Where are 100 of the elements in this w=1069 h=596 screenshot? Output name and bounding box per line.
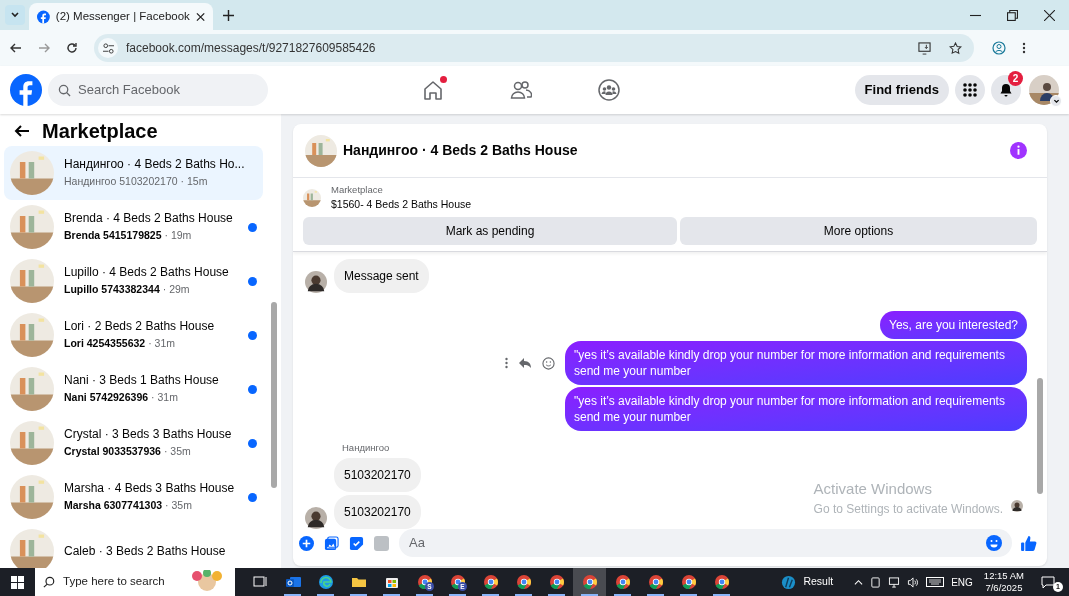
conversation-preview: Lupillo 5743382344: [64, 282, 160, 298]
url-text: facebook.com/messages/t/9271827609585426: [126, 40, 377, 57]
scrollbar-thumb[interactable]: [1037, 378, 1043, 494]
received-message: 5103202170: [334, 458, 421, 493]
browser-icon: [647, 574, 664, 590]
search-icon: [58, 83, 71, 97]
weather-text[interactable]: Result: [803, 574, 834, 590]
site-settings-button[interactable]: [98, 38, 118, 58]
conversation-item[interactable]: Lori · 2 Beds 2 Baths House Lori 4254355632 · 31m: [4, 308, 263, 362]
smiley-icon[interactable]: [542, 356, 555, 370]
groups-icon[interactable]: [598, 79, 620, 101]
search-icon: [43, 576, 55, 588]
action-button[interactable]: More options: [680, 217, 1037, 245]
browser-icon: [680, 574, 697, 590]
sent-message: "yes it’s available kindly drop your number for more information and requirements send me your number: [565, 387, 1027, 431]
conversation-item[interactable]: Nani · 3 Beds 1 Baths House Nani 5742926396 · 31m: [4, 362, 263, 416]
listing-label: Marketplace: [331, 183, 384, 197]
taskbar-search-field[interactable]: Type here to search: [35, 568, 235, 596]
room-photo: [10, 475, 54, 519]
menu-grid-icon: [962, 82, 978, 98]
back-arrow-icon[interactable]: [14, 123, 30, 139]
running-indicator: [350, 594, 367, 596]
address-bar[interactable]: facebook.com/messages/t/9271827609585426: [94, 34, 974, 62]
running-indicator: [482, 594, 499, 596]
conversation-title: Lupillo · 4 Beds 2 Baths House: [64, 264, 230, 281]
back-icon[interactable]: [10, 42, 22, 54]
star-icon[interactable]: [949, 41, 962, 55]
room-photo: [10, 151, 54, 195]
profile-icon[interactable]: [992, 41, 1006, 55]
conversation-item[interactable]: Lupillo · 4 Beds 2 Baths House Lupillo 5743382344 · 29m: [4, 254, 263, 308]
facebook-logo-icon: [37, 9, 50, 24]
tab-menu-button[interactable]: [5, 5, 25, 25]
conversation-item[interactable]: Нандингоо · 4 Beds 2 Baths Ho... Нандингоо 5103202170 · 15m: [4, 146, 263, 200]
language-indicator[interactable]: ENG: [951, 574, 973, 590]
running-indicator: [383, 594, 400, 596]
taskbar-search-input[interactable]: Type here to search: [63, 573, 173, 591]
photo-icon[interactable]: [324, 535, 339, 551]
like-icon[interactable]: [1020, 534, 1037, 552]
conversation-item[interactable]: Crystal · 3 Beds 3 Baths House Crystal 9033537936 · 35m: [4, 416, 263, 470]
more-icon[interactable]: [505, 357, 508, 369]
message-field[interactable]: Aa: [399, 529, 1012, 557]
search-input[interactable]: Search Facebook: [78, 80, 238, 100]
conversation-time: · 35m: [163, 444, 191, 460]
room-photo: [10, 421, 54, 465]
action-button[interactable]: Mark as pending: [303, 217, 677, 245]
conversation-title: Caleb · 3 Beds 2 Baths House: [64, 543, 227, 559]
conversation-time: · 31m: [148, 336, 175, 352]
scrollbar-thumb[interactable]: [271, 302, 277, 488]
sticker-icon[interactable]: [349, 535, 364, 551]
windows-start-icon[interactable]: [11, 575, 24, 589]
volume-icon[interactable]: [907, 576, 920, 588]
seen-avatar: [1011, 500, 1023, 512]
more-icon[interactable]: [1022, 42, 1026, 54]
facebook-logo[interactable]: [10, 74, 42, 106]
message-icon: [1041, 575, 1055, 589]
bell-icon: [999, 83, 1013, 97]
conversation-item[interactable]: Brenda · 4 Beds 2 Baths House Brenda 5415179825 · 19m: [4, 200, 263, 254]
browser-tab[interactable]: (2) Messenger | Facebook: [29, 3, 213, 30]
forward-icon[interactable]: [38, 42, 50, 54]
info-icon[interactable]: [1010, 142, 1027, 159]
weather-icon[interactable]: [781, 574, 797, 590]
activation-subtitle: Go to Settings to activate Windows.: [813, 501, 1003, 518]
sliders-icon: [102, 42, 114, 54]
message-input[interactable]: Aa: [409, 533, 986, 553]
sidebar-title: Marketplace: [42, 119, 158, 144]
new-tab-icon[interactable]: [223, 10, 234, 21]
account-avatar[interactable]: [1029, 75, 1059, 105]
tab-title: (2) Messenger | Facebook: [55, 8, 190, 24]
taskbar-app[interactable]: [573, 568, 606, 596]
emoji-icon[interactable]: [986, 535, 1002, 551]
reload-icon[interactable]: [66, 42, 78, 54]
friends-icon[interactable]: [510, 79, 532, 101]
close-icon[interactable]: [1044, 10, 1055, 21]
menu-button[interactable]: [955, 75, 985, 105]
keyboard-icon[interactable]: [926, 577, 945, 587]
network-icon[interactable]: [888, 576, 901, 588]
conversation-item[interactable]: Marsha · 4 Beds 3 Baths House Marsha 6307741303 · 35m: [4, 470, 263, 524]
clock[interactable]: 12:15 AM 7/6/2025: [983, 570, 1024, 594]
chevron-up-icon[interactable]: [854, 577, 864, 587]
account-menu-button[interactable]: [1050, 95, 1062, 107]
restore-icon[interactable]: [1007, 10, 1018, 21]
reply-icon[interactable]: [518, 357, 532, 369]
home-nav-button[interactable]: [422, 79, 444, 101]
browser-icon: [614, 574, 631, 590]
conversation-time: · 15m: [180, 174, 208, 190]
running-indicator: [284, 594, 301, 596]
conversation-title: Crystal · 3 Beds 3 Baths House: [64, 426, 233, 443]
device-icon[interactable]: [870, 576, 882, 588]
conversation-title: Нандингоо · 4 Beds 2 Baths Ho...: [64, 156, 246, 173]
caret-icon: [1052, 97, 1060, 105]
activation-title: Activate Windows: [813, 478, 933, 499]
listing-name: $1560- 4 Beds 2 Baths House: [331, 197, 472, 213]
close-icon[interactable]: [195, 11, 205, 22]
clock-time: 12:15 AM: [983, 570, 1024, 582]
browser-icon: [482, 574, 499, 590]
running-indicator: [614, 594, 631, 596]
search-field[interactable]: Search Facebook: [48, 74, 268, 106]
install-app-icon[interactable]: [918, 41, 931, 55]
find-friends-button[interactable]: Find friends: [854, 75, 949, 105]
plus-icon[interactable]: [299, 535, 314, 551]
